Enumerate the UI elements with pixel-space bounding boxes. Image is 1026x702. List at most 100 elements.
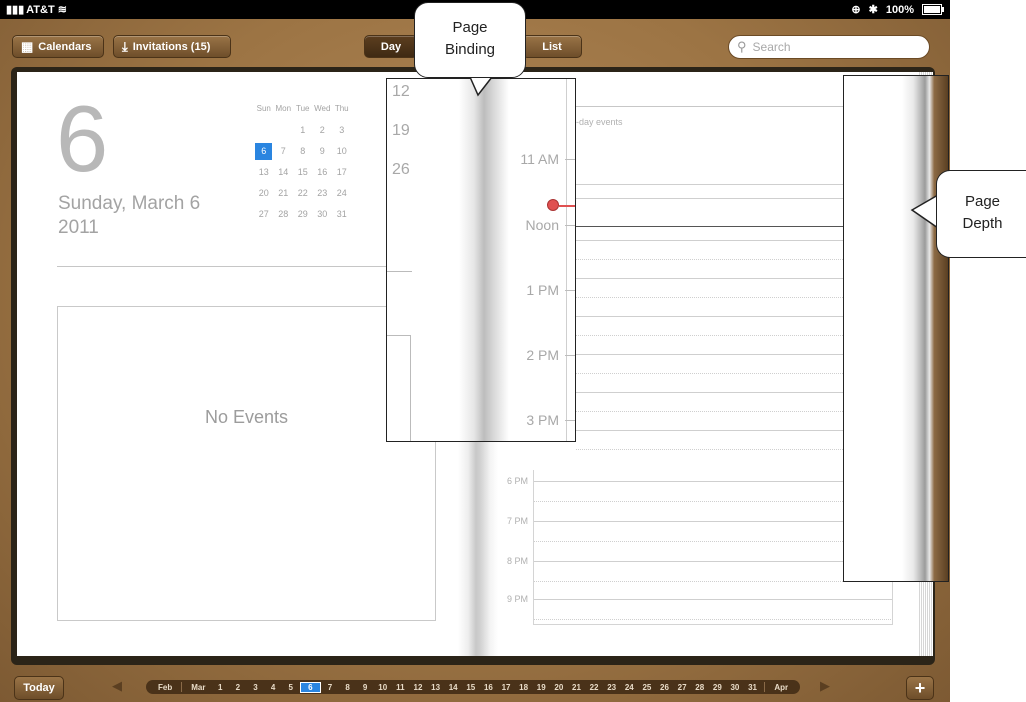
month-prev[interactable]: Feb	[152, 683, 178, 692]
weekday-label: Mon	[275, 104, 292, 113]
mini-calendar-day[interactable]: 17	[332, 167, 352, 188]
mini-calendar-day[interactable]: 13	[254, 167, 274, 188]
mini-calendar-week: 27 28 29 30 31	[254, 209, 352, 230]
day-strip-day[interactable]: 4	[264, 683, 282, 692]
day-strip-day[interactable]: 26	[656, 683, 674, 692]
zoomed-events-box	[387, 335, 411, 441]
mini-calendar-day[interactable]: 24	[332, 188, 352, 209]
mini-calendar-day[interactable]: 1	[293, 125, 313, 146]
mini-calendar-day	[274, 125, 294, 146]
mini-calendar-day[interactable]: 31	[332, 209, 352, 230]
mini-calendar-day[interactable]: 2	[313, 125, 333, 146]
day-strip-day[interactable]: 1	[211, 683, 229, 692]
today-button[interactable]: Today	[14, 676, 64, 700]
strip-separator	[764, 682, 766, 692]
month-current[interactable]: Mar	[185, 683, 211, 692]
mini-calendar-day[interactable]: 30	[313, 209, 333, 230]
previous-arrow-icon[interactable]: ◀	[112, 678, 122, 694]
timeline-line	[576, 297, 843, 298]
weekday-label: Tue	[296, 104, 310, 113]
zoomed-time-tick	[565, 420, 575, 421]
mini-calendar-week: 13 14 15 16 17	[254, 167, 352, 188]
time-label: 9 PM	[506, 594, 528, 604]
day-strip-day[interactable]: 18	[515, 683, 533, 692]
day-strip-day[interactable]: 17	[497, 683, 515, 692]
mini-calendar-day[interactable]: 23	[313, 188, 333, 209]
year-line: 2011	[58, 217, 99, 238]
mini-calendar-day[interactable]: 20	[254, 188, 274, 209]
mini-calendar-day[interactable]: 15	[293, 167, 313, 188]
day-strip-day[interactable]: 31	[744, 683, 762, 692]
tab-day[interactable]: Day	[364, 35, 418, 58]
time-label: 8 PM	[506, 556, 528, 566]
day-strip-day[interactable]: 30	[726, 683, 744, 692]
day-column	[533, 470, 893, 625]
timeline-line	[576, 278, 843, 279]
day-strip-day[interactable]: 24	[620, 683, 638, 692]
search-input[interactable]	[750, 39, 915, 55]
mini-calendar-day[interactable]: 7	[274, 146, 294, 167]
wifi-icon: ≋	[57, 4, 67, 16]
mini-calendar-day[interactable]: 29	[293, 209, 313, 230]
day-strip-day[interactable]: 22	[585, 683, 603, 692]
calendar-grid-icon: ▦	[21, 38, 34, 54]
day-strip-day[interactable]: 15	[462, 683, 480, 692]
mini-calendar-day[interactable]: 10	[332, 146, 352, 167]
day-strip-day[interactable]: 2	[229, 683, 247, 692]
day-strip-day[interactable]: 20	[550, 683, 568, 692]
page-depth-zoom	[843, 75, 949, 582]
day-strip-day[interactable]: 9	[356, 683, 374, 692]
day-strip-day[interactable]: 19	[532, 683, 550, 692]
mini-calendar-day[interactable]: 14	[274, 167, 294, 188]
mini-calendar-day[interactable]: 28	[274, 209, 294, 230]
left-divider	[57, 266, 411, 267]
timeline-line	[576, 430, 843, 431]
day-strip-day[interactable]: 7	[321, 683, 339, 692]
mini-calendar-day[interactable]: 27	[254, 209, 274, 230]
day-strip-day[interactable]: 14	[444, 683, 462, 692]
zoomed-page-stack	[902, 76, 948, 581]
day-strip-day[interactable]: 25	[638, 683, 656, 692]
timeline-line	[576, 392, 843, 393]
day-strip-day[interactable]: 13	[427, 683, 445, 692]
mini-calendar-day[interactable]: 22	[293, 188, 313, 209]
zoomed-time-label: 2 PM	[526, 347, 559, 363]
strip-separator	[181, 682, 183, 692]
day-strip[interactable]: Feb Mar 1 2 3 4 5 6 7 8 9 10 11 12 13 14 15 16 17 18 19 20 21 2…	[146, 680, 800, 694]
mini-calendar-day[interactable]: 6	[254, 143, 274, 167]
timeline-line	[576, 226, 843, 227]
big-day-number: 6	[56, 86, 109, 191]
zoomed-time-tick	[565, 290, 575, 291]
day-strip-day[interactable]: 28	[691, 683, 709, 692]
search-field[interactable]: ⚲	[728, 35, 930, 59]
mini-calendar-day[interactable]: 9	[313, 146, 333, 167]
month-next[interactable]: Apr	[768, 683, 794, 692]
day-strip-day[interactable]: 6	[299, 681, 322, 693]
bluetooth-icon: ✱	[868, 4, 878, 16]
day-strip-day[interactable]: 29	[709, 683, 727, 692]
mini-calendar-day[interactable]: 8	[293, 146, 313, 167]
invitations-button[interactable]: ⤓ Invitations (15)	[113, 35, 231, 58]
day-strip-day[interactable]: 3	[247, 683, 265, 692]
day-strip-day[interactable]: 21	[568, 683, 586, 692]
tab-list[interactable]: List	[522, 35, 582, 58]
add-event-button[interactable]: +	[906, 676, 934, 700]
next-arrow-icon[interactable]: ▶	[820, 678, 830, 694]
day-strip-day[interactable]: 27	[673, 683, 691, 692]
day-strip-day[interactable]: 5	[282, 683, 300, 692]
day-strip-day[interactable]: 11	[392, 683, 410, 692]
time-label: 6 PM	[506, 476, 528, 486]
mini-calendar-day[interactable]: 16	[313, 167, 333, 188]
day-strip-day[interactable]: 10	[374, 683, 392, 692]
day-strip-day[interactable]: 16	[480, 683, 498, 692]
no-events-label: No Events	[204, 407, 289, 427]
day-strip-day[interactable]: 12	[409, 683, 427, 692]
calendars-button[interactable]: ▦ Calendars	[12, 35, 104, 58]
timeline-line	[576, 373, 843, 374]
day-strip-day[interactable]: 8	[339, 683, 357, 692]
mini-calendar-day[interactable]: 21	[274, 188, 294, 209]
zoomed-time-label: 3 PM	[526, 412, 559, 428]
day-strip-day[interactable]: 23	[603, 683, 621, 692]
binding-zoom-callout: 12 19 26 11 AM Noon 1 PM 2 PM 3 PM	[386, 78, 576, 442]
mini-calendar-day[interactable]: 3	[332, 125, 352, 146]
